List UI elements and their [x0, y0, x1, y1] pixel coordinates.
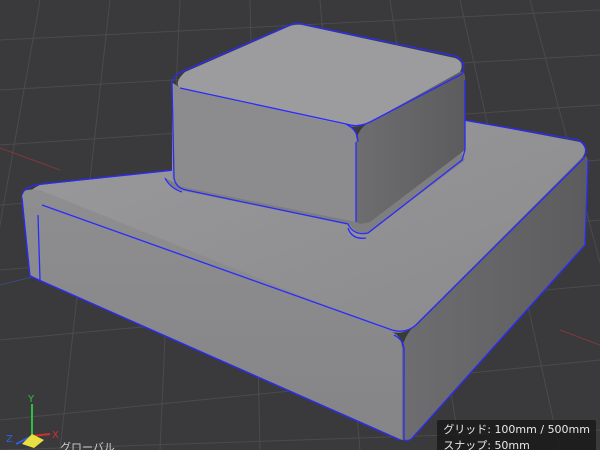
- axis-plane-marker: [22, 434, 44, 448]
- coordinate-space-label[interactable]: グローバル: [60, 439, 115, 450]
- snap-label: スナップ: [443, 439, 488, 450]
- 3d-viewport[interactable]: Y X Z グローバル グリッド: 100mm / 500mm スナップ: 50…: [0, 0, 600, 450]
- x-axis-label: X: [52, 430, 59, 441]
- grid-info-row: グリッド: 100mm / 500mm: [443, 423, 590, 436]
- z-axis-label: Z: [6, 434, 13, 445]
- grid-info-panel: グリッド: 100mm / 500mm スナップ: 50mm: [437, 420, 596, 450]
- y-axis-label: Y: [27, 394, 35, 405]
- scene-canvas[interactable]: [0, 0, 600, 450]
- grid-label: グリッド: [443, 423, 488, 436]
- grid-value: 100mm / 500mm: [494, 423, 590, 436]
- snap-value: 50mm: [494, 439, 530, 450]
- snap-info-row: スナップ: 50mm: [443, 439, 530, 450]
